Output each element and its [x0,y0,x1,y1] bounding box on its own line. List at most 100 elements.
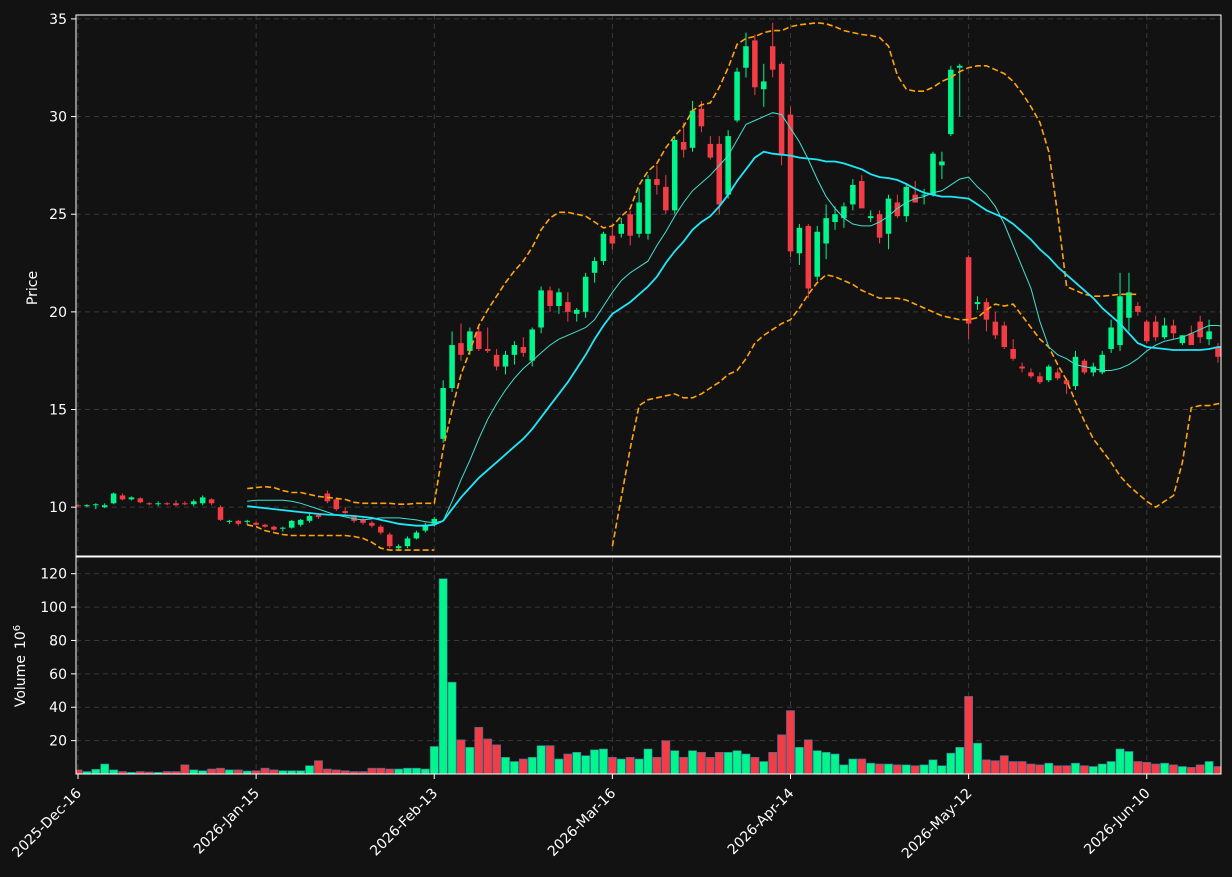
candle-body [476,331,482,349]
candle-body [565,302,571,312]
volume-bar [1080,765,1089,774]
volume-bar [599,748,608,774]
candle-body [832,214,838,223]
volume-bar [251,770,261,774]
volume-bar [420,768,430,774]
volume-bar [278,770,288,774]
volume-bar [705,757,715,774]
candle-body [787,114,794,252]
candle-body [778,63,785,156]
volume-bar [839,764,849,774]
candle-body [680,141,687,150]
candle-body [814,231,820,277]
candle-body [1135,306,1141,312]
volume-bar [180,764,190,774]
volume-bar [465,746,475,774]
volume-bar [1169,764,1178,774]
volume-bar [340,770,350,774]
candle-body [253,522,259,525]
volume-bar [1106,761,1116,774]
price-tick-label: 25 [49,207,67,223]
volume-bar [100,763,110,774]
volume-bar [1062,765,1071,774]
candle-body [467,331,473,351]
volume-bar [768,751,778,774]
candle-body [636,202,642,234]
volume-bar [973,742,982,774]
volume-bar [367,767,377,774]
candle-body [1010,348,1016,359]
volume-bar [198,770,208,774]
candle-body [805,225,812,289]
candle-body [876,214,883,238]
candle-body [137,498,144,503]
candle-body [342,511,348,514]
candle-body [556,292,562,307]
candle-body [173,503,179,506]
volume-bar [652,757,662,774]
candle-body [217,507,224,520]
candle-body [734,71,740,121]
volume-tick-label: 100 [40,600,67,616]
volume-bar [545,745,555,774]
volume-bar [964,696,974,774]
price-tick-label: 20 [49,305,67,321]
volume-bar [412,767,421,774]
volume-bar [625,757,635,774]
volume-axis-exponent-power: 6 [12,625,23,631]
candle-body [191,501,197,505]
candle-body [458,343,464,355]
volume-bar [501,757,510,774]
candle-body [850,184,856,205]
candle-body [146,503,153,505]
volume-bar [314,760,323,774]
candle-body [119,495,126,500]
volume-bar [1017,761,1027,774]
volume-tick-label: 20 [49,734,67,750]
volume-bar [322,768,332,774]
candle-body [101,505,108,508]
volume-bar [643,748,653,774]
candle-body [939,161,945,166]
candle-body [1001,325,1008,348]
volume-bar [732,750,742,774]
candle-body [378,526,384,533]
volume-tick-label: 120 [40,567,67,583]
candle-body [164,503,170,505]
volume-tick-label: 60 [49,667,67,683]
candle-body [235,520,242,524]
volume-bar [1008,761,1018,774]
volume-bar [750,757,760,774]
candle-body [1170,325,1177,334]
candle-body [333,499,340,510]
candle-body [930,153,936,195]
volume-bar [946,752,956,774]
volume-bar [616,758,626,774]
volume-bar [260,767,270,774]
volume-bar [385,768,395,774]
candle-body [983,302,990,320]
volume-bar [225,769,234,774]
volume-bar [866,762,876,774]
volume-bar [438,578,448,774]
volume-bar [447,681,457,774]
candle-body [511,345,518,355]
candle-body [1037,376,1043,383]
candle-body [752,40,758,88]
volume-bar [1195,764,1205,774]
price-tick-label: 15 [49,403,67,419]
candle-body [582,276,589,312]
volume-bar [536,745,546,774]
volume-bar [1186,767,1196,774]
candle-body [484,348,491,351]
volume-bar [803,739,813,774]
volume-bar [1151,763,1161,774]
volume-bar [376,767,386,774]
volume-bar [679,757,689,774]
candle-body [369,522,375,526]
volume-bar [634,758,644,774]
candle-body [600,233,607,262]
volume-bar [955,746,965,774]
candle-body [627,214,633,236]
volume-bar [483,738,493,774]
